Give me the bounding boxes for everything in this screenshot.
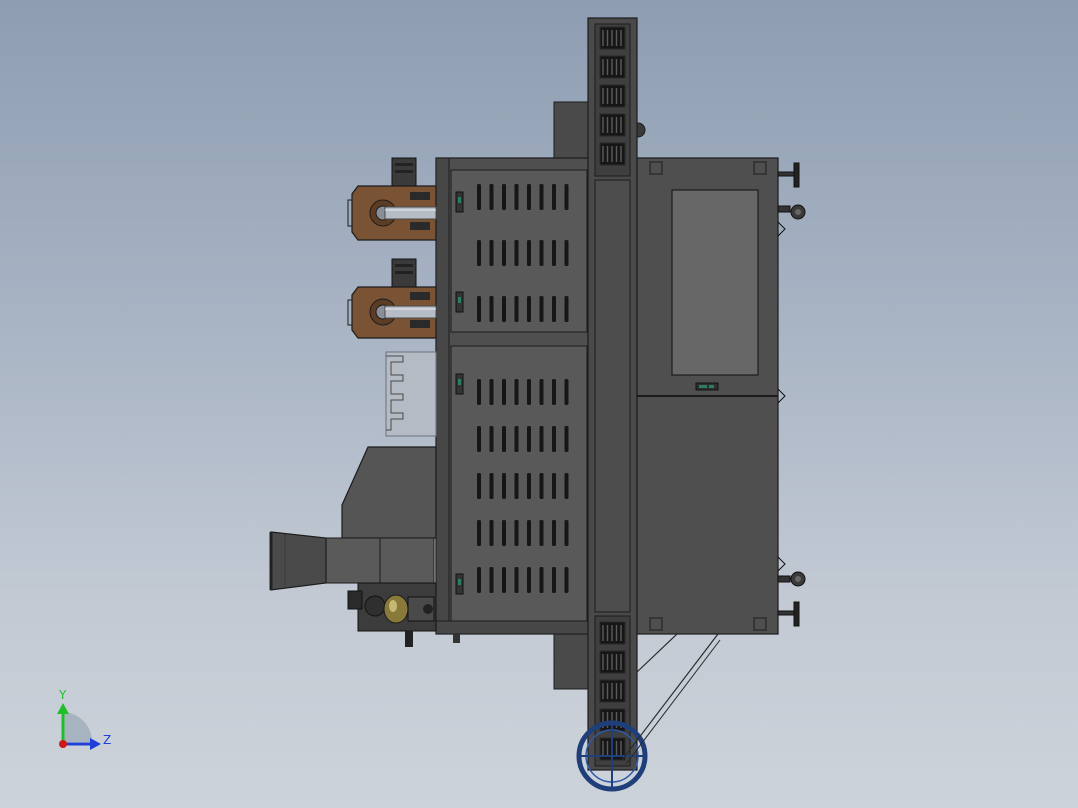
vent-slot xyxy=(552,379,556,405)
vent-slot xyxy=(489,426,494,452)
vent-slot xyxy=(502,473,506,499)
vent-slot xyxy=(539,379,544,405)
exhaust-hopper xyxy=(269,446,437,591)
comb-bracket xyxy=(385,351,437,437)
vent-slot xyxy=(564,520,569,546)
vent-slot xyxy=(564,426,569,452)
vent-slot xyxy=(564,567,569,593)
vent-slot xyxy=(489,567,494,593)
vent-slot xyxy=(489,379,494,405)
base-rail xyxy=(435,620,591,635)
vent-slot xyxy=(564,296,569,322)
caster-wheel-bottom xyxy=(777,571,806,587)
coordinate-triad: Y Z xyxy=(57,688,111,750)
viewing-window xyxy=(671,189,759,376)
vent-slot xyxy=(539,473,544,499)
vent-slot xyxy=(489,520,494,546)
vent-slot xyxy=(502,520,506,546)
vent-slot xyxy=(564,184,569,210)
vent-slot xyxy=(514,567,519,593)
vent-slot xyxy=(502,296,506,322)
vent-slot xyxy=(514,473,519,499)
leveling-foot-top xyxy=(777,162,800,188)
vent-slot xyxy=(527,296,531,322)
vent-slot xyxy=(502,426,506,452)
tower-grille-top xyxy=(599,26,626,166)
leveling-foot-bottom xyxy=(777,601,800,627)
vent-slot xyxy=(527,426,531,452)
vent-slot xyxy=(514,426,519,452)
vent-slot xyxy=(552,240,556,266)
x-axis-origin xyxy=(59,740,67,748)
vent-slot xyxy=(514,379,519,405)
vent-slot xyxy=(514,296,519,322)
vent-slot xyxy=(514,520,519,546)
handwheel xyxy=(576,720,648,792)
z-axis-label: Z xyxy=(103,733,111,747)
vent-slot xyxy=(489,184,494,210)
vent-slot xyxy=(527,567,531,593)
vent-slot xyxy=(477,379,481,405)
vent-slot xyxy=(477,426,481,452)
vent-slot xyxy=(527,473,531,499)
vent-slot xyxy=(502,240,506,266)
y-axis-label: Y xyxy=(58,688,67,702)
vent-slot xyxy=(552,520,556,546)
conveyor-tower-mid xyxy=(594,179,631,613)
vent-slot xyxy=(477,296,481,322)
top-bracket xyxy=(553,101,589,159)
vent-slot xyxy=(502,184,506,210)
frame-strip-left xyxy=(435,157,450,635)
vent-slot xyxy=(552,426,556,452)
vent-slot xyxy=(502,567,506,593)
vent-slot xyxy=(564,379,569,405)
cad-viewport[interactable]: Y Z xyxy=(0,0,1078,808)
vent-slot xyxy=(527,379,531,405)
vent-slot xyxy=(489,296,494,322)
vent-slot xyxy=(477,567,481,593)
vent-slot xyxy=(552,184,556,210)
vent-slot xyxy=(564,473,569,499)
vent-slot xyxy=(539,520,544,546)
vent-slot xyxy=(552,296,556,322)
machine-model[interactable]: Y Z xyxy=(0,0,1078,808)
vent-slot xyxy=(514,184,519,210)
vent-slot xyxy=(564,240,569,266)
vent-slot xyxy=(477,240,481,266)
vent-slot xyxy=(539,184,544,210)
vent-slot xyxy=(539,240,544,266)
vent-slot xyxy=(552,567,556,593)
caster-wheel-top xyxy=(777,204,806,220)
vent-slot xyxy=(527,520,531,546)
vent-slot xyxy=(527,240,531,266)
vent-slot xyxy=(489,240,494,266)
vent-slot xyxy=(477,184,481,210)
vent-slot xyxy=(539,296,544,322)
vent-slot xyxy=(477,520,481,546)
vent-slot xyxy=(514,240,519,266)
vent-slot xyxy=(477,473,481,499)
vent-slot xyxy=(489,473,494,499)
vent-slot xyxy=(539,426,544,452)
vent-slot xyxy=(527,184,531,210)
blower-motor-2 xyxy=(347,258,437,339)
vent-slot xyxy=(552,473,556,499)
blower-motor-1 xyxy=(347,157,437,241)
bottom-bracket xyxy=(553,633,589,690)
vent-slot xyxy=(539,567,544,593)
vent-slot xyxy=(502,379,506,405)
